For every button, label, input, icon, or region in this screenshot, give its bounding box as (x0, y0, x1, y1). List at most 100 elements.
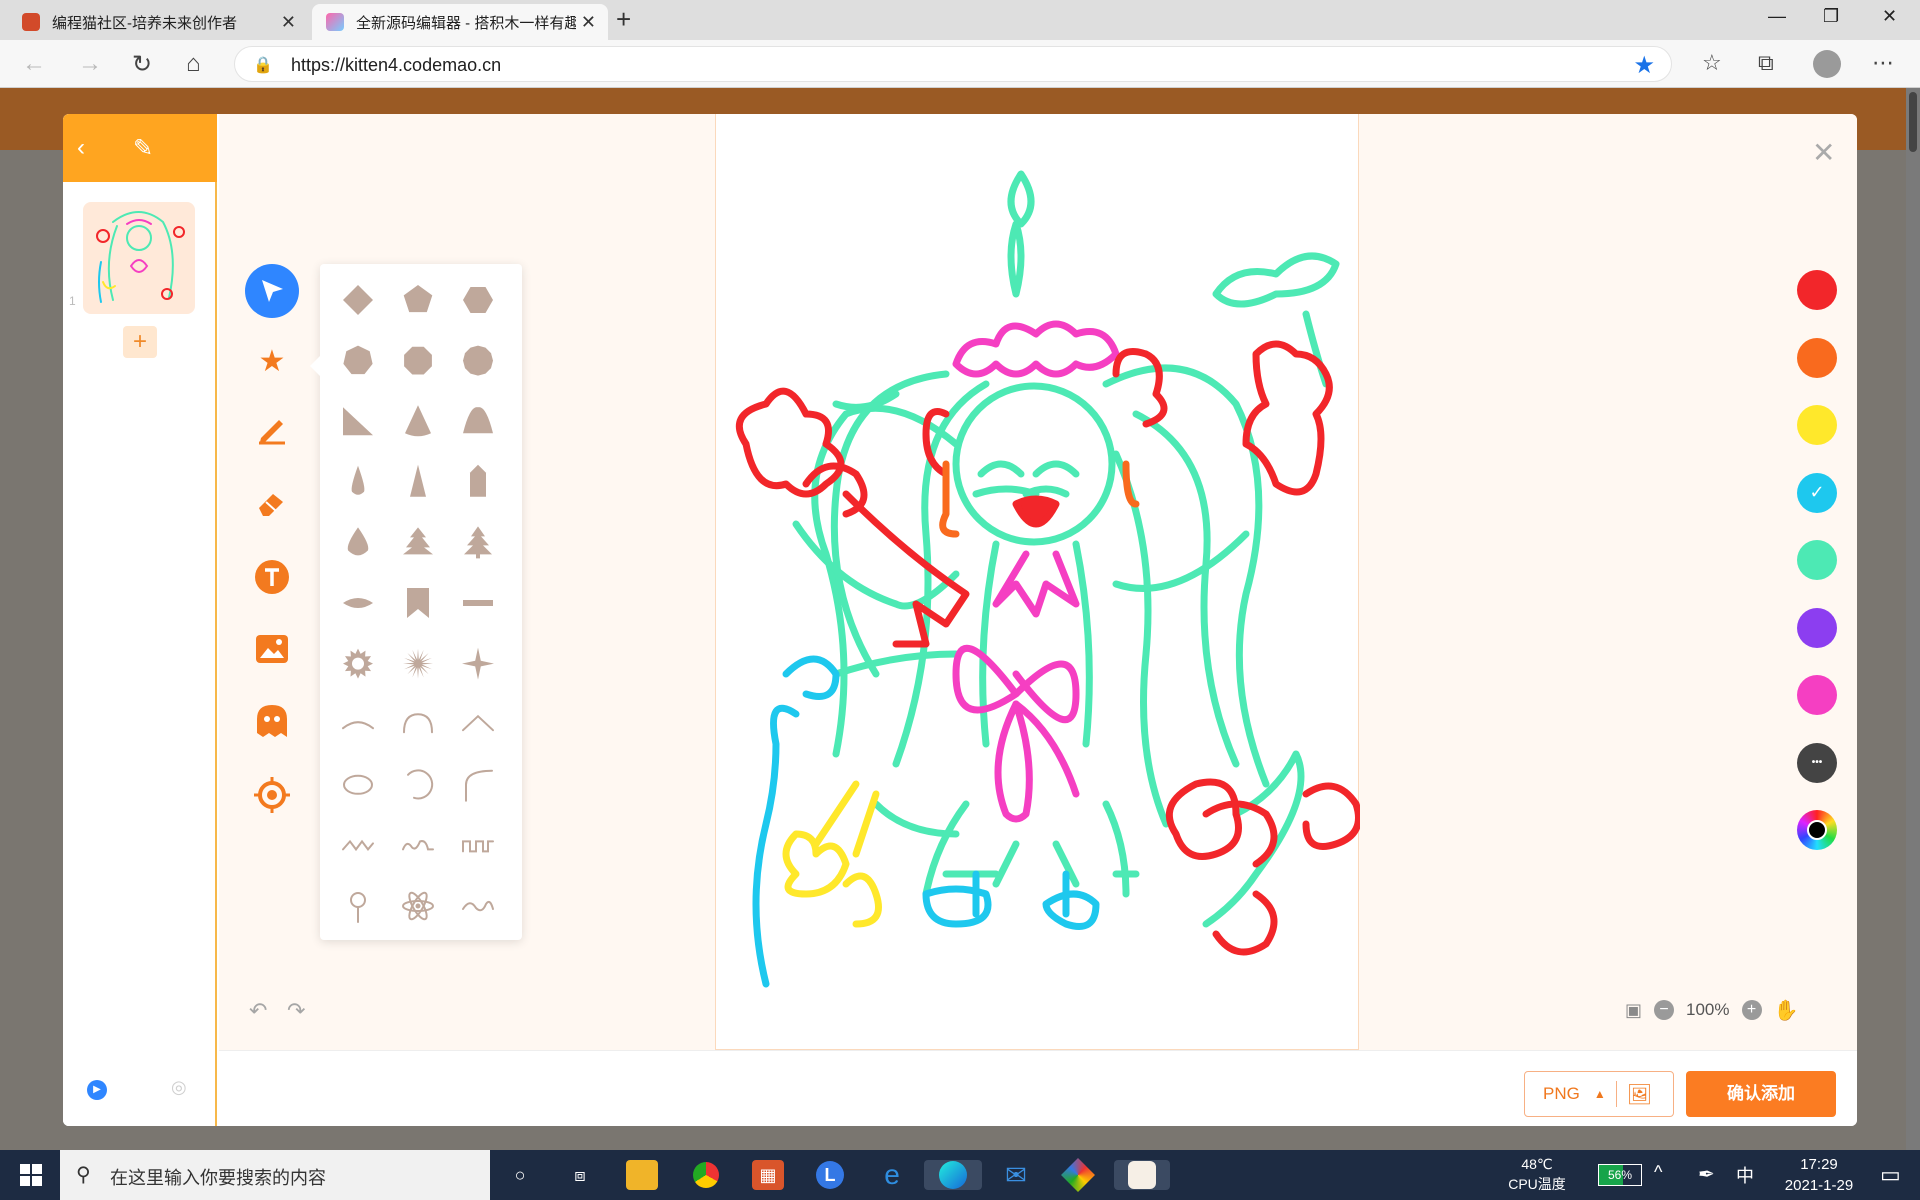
shape-bar-icon[interactable] (463, 600, 493, 606)
color-swatch[interactable] (1797, 405, 1837, 445)
shape-pine-tree-icon[interactable] (464, 526, 492, 559)
store-icon[interactable]: ▦ (752, 1160, 784, 1190)
pen-icon[interactable]: ✒ (1698, 1162, 1715, 1187)
minimize-icon[interactable]: — (1768, 6, 1786, 27)
undo-icon[interactable]: ↶ (249, 998, 267, 1024)
home-icon[interactable]: ⌂ (186, 50, 201, 78)
color-swatch[interactable] (1797, 337, 1837, 378)
shape-heptagon-icon[interactable] (343, 345, 373, 375)
star-filled-icon[interactable]: ★ (1633, 51, 1655, 80)
play-icon[interactable]: ▶ (87, 1080, 107, 1100)
address-bar[interactable]: 🔒 https://kitten4.codemao.cn ★ (234, 46, 1672, 82)
shape-four-point-star-icon[interactable] (462, 647, 494, 680)
color-swatch[interactable]: ✓ (1797, 472, 1837, 513)
shape-tree-icon[interactable] (403, 527, 433, 555)
shape-pencil-tip-icon[interactable] (470, 464, 486, 497)
zoom-out-icon[interactable]: − (1654, 1000, 1675, 1020)
shape-circle-many-icon[interactable] (463, 345, 493, 376)
color-wheel-icon[interactable] (1797, 810, 1837, 850)
taskbar-clock[interactable]: 17:29 2021-1-29 (1774, 1154, 1864, 1196)
battery-indicator[interactable]: 56% (1598, 1164, 1642, 1186)
edge-icon[interactable] (924, 1160, 982, 1190)
shape-bump-wave-icon[interactable] (402, 840, 434, 851)
close-window-icon[interactable]: ✕ (1882, 6, 1897, 27)
drawing-canvas[interactable] (715, 114, 1362, 1050)
profile-avatar[interactable] (1813, 50, 1841, 78)
redo-icon[interactable]: ↷ (287, 998, 305, 1024)
shape-ellipse-icon[interactable] (343, 774, 373, 795)
shape-star-burst-icon[interactable] (403, 648, 433, 679)
close-tab-icon[interactable]: ✕ (281, 12, 296, 33)
back-chevron-icon[interactable]: ‹ (77, 134, 85, 162)
chrome-icon[interactable] (690, 1160, 722, 1190)
shape-arc-flat-icon[interactable] (342, 721, 374, 730)
fit-view-icon[interactable]: ▣ (1625, 1000, 1642, 1021)
color-swatch[interactable] (1797, 607, 1837, 648)
color-swatch[interactable] (1797, 675, 1837, 715)
zoom-in-icon[interactable]: + (1741, 1000, 1762, 1020)
favorites-icon[interactable]: ☆ (1702, 50, 1722, 76)
shape-water-drop-icon[interactable] (347, 527, 369, 556)
l-app-icon[interactable]: L (814, 1160, 846, 1190)
input-method[interactable]: 中 (1736, 1162, 1754, 1188)
page-scrollbar-thumb[interactable] (1909, 92, 1917, 152)
codemao-taskbar-icon[interactable] (1114, 1160, 1170, 1190)
shape-hexagon-icon[interactable] (463, 287, 493, 313)
back-arrow-icon[interactable]: ← (22, 50, 46, 78)
add-frame-button[interactable]: + (123, 326, 157, 358)
taskbar-search-box[interactable]: ⚲ 在这里输入你要搜索的内容 (60, 1150, 490, 1200)
cortana-icon[interactable]: ○ (504, 1160, 536, 1190)
shape-pin-icon[interactable] (350, 892, 366, 923)
shape-pentagon-icon[interactable] (403, 285, 433, 313)
shape-zigzag-wave-icon[interactable] (342, 839, 374, 852)
colorful-app-icon[interactable] (1061, 1158, 1095, 1192)
shape-bookmark-icon[interactable] (407, 588, 429, 618)
shape-arc-round-icon[interactable] (403, 713, 433, 734)
internet-explorer-icon[interactable]: e (876, 1159, 908, 1190)
shape-sun-burst-icon[interactable] (343, 648, 373, 679)
export-format-select[interactable]: PNG ▲ 🖼 (1524, 1071, 1674, 1117)
close-tab-icon[interactable]: ✕ (581, 12, 596, 33)
shape-octagon-icon[interactable] (404, 346, 432, 375)
shape-tool-button[interactable]: ★ (245, 334, 299, 388)
text-tool-button[interactable] (245, 550, 299, 604)
pencil-tool-button[interactable] (245, 402, 299, 456)
color-swatch[interactable] (1797, 270, 1837, 310)
shape-cone-icon[interactable] (405, 405, 431, 437)
shape-diamond-icon[interactable] (343, 285, 373, 315)
shape-atom-icon[interactable] (402, 891, 434, 922)
tab-source-editor[interactable]: 全新源码编辑器 - 搭积木一样有趣 ✕ (312, 4, 608, 40)
shape-ellipse-leaf-icon[interactable] (343, 598, 373, 608)
shape-drop-narrow-icon[interactable] (351, 465, 365, 495)
shape-spike-icon[interactable] (410, 464, 426, 497)
shape-square-wave-icon[interactable] (462, 840, 494, 853)
hand-pan-icon[interactable]: ✋ (1774, 998, 1799, 1023)
mail-icon[interactable]: ✉ (1000, 1160, 1032, 1190)
frame-thumbnail[interactable] (83, 202, 195, 314)
image-tool-button[interactable] (245, 622, 299, 676)
maximize-icon[interactable]: ❐ (1823, 6, 1839, 27)
character-tool-button[interactable] (245, 694, 299, 748)
center-tool-button[interactable] (245, 768, 299, 822)
shape-sine-wave-icon[interactable] (462, 900, 494, 912)
chevron-up-icon[interactable]: ^ (1654, 1162, 1662, 1183)
shape-right-triangle-icon[interactable] (343, 407, 373, 436)
page-scrollbar[interactable] (1906, 88, 1920, 1150)
confirm-add-button[interactable]: 确认添加 (1686, 1071, 1836, 1117)
more-colors-icon[interactable]: ••• (1797, 742, 1837, 783)
file-explorer-icon[interactable] (626, 1160, 658, 1190)
new-tab-plus-icon[interactable]: + (616, 4, 631, 35)
shape-circle-arc-icon[interactable] (407, 769, 434, 800)
collections-icon[interactable]: ⧉ (1758, 50, 1774, 76)
color-swatch[interactable] (1797, 540, 1837, 580)
tab-codemao-community[interactable]: 编程猫社区-培养未来创作者 ✕ (8, 4, 308, 40)
forward-arrow-icon[interactable]: → (78, 50, 102, 78)
camera-icon[interactable]: ◎ (171, 1077, 187, 1098)
select-tool-button[interactable] (245, 264, 299, 318)
close-modal-icon[interactable]: ✕ (1812, 136, 1835, 169)
shape-chevron-line-icon[interactable] (462, 714, 494, 732)
shape-half-circle-icon[interactable] (463, 407, 493, 434)
eraser-tool-button[interactable] (245, 476, 299, 530)
reload-icon[interactable]: ↻ (132, 50, 152, 79)
url-text[interactable]: https://kitten4.codemao.cn (291, 55, 501, 76)
